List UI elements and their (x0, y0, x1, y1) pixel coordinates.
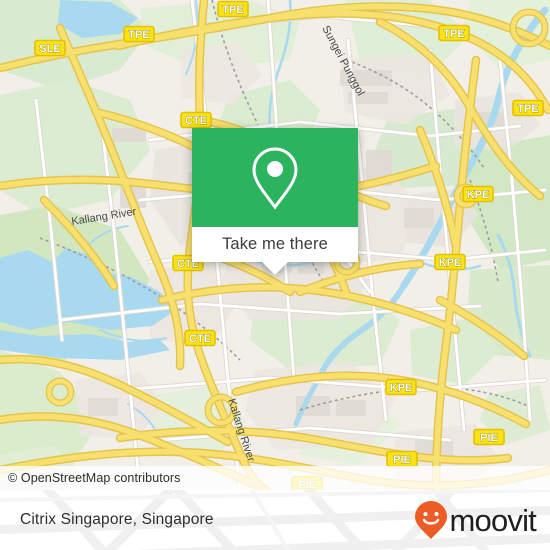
moovit-wordmark: moovit (449, 502, 536, 538)
take-me-there-label: Take me there (222, 235, 328, 253)
highway-shield-label: CTE (185, 115, 207, 127)
highway-shield-label: PIE (393, 454, 411, 466)
highway-shield-cte: CTE (184, 329, 216, 347)
highway-shield-label: PIE (480, 432, 498, 444)
highway-shield-label: TPE (222, 4, 243, 16)
highway-shield-label: KPE (390, 382, 413, 394)
highway-shield-label: SLE (39, 43, 60, 55)
highway-shield-tpe: TPE (512, 99, 544, 117)
highway-shield-label: TPE (443, 28, 464, 40)
footer-bar: Citrix Singapore, Singapore moovit (0, 490, 550, 550)
highway-shield-sle: SLE (34, 39, 66, 57)
highway-shield-pie: PIE (386, 450, 418, 468)
highway-shield-tpe: TPE (217, 0, 249, 18)
highway-shield-pie: PIE (473, 428, 505, 446)
highway-shield-cte: CTE (180, 111, 212, 129)
moovit-map-screen: .mw { stroke:#f7e06e; stroke-linecap:rou… (0, 0, 550, 550)
highway-shield-kpe: KPE (385, 378, 417, 396)
callout-pointer-tail (262, 262, 288, 275)
highway-shield-label: KPE (467, 189, 490, 201)
place-title: Citrix Singapore, Singapore (20, 511, 214, 528)
highway-shield-label: KPE (439, 257, 462, 269)
map-pin-icon (252, 146, 298, 210)
highway-shield-tpe: TPE (438, 24, 470, 42)
location-callout-card[interactable]: Take me there (192, 128, 358, 275)
osm-attribution-text: © OpenStreetMap contributors (8, 471, 181, 485)
osm-attribution: © OpenStreetMap contributors (0, 466, 550, 490)
highway-shield-kpe: KPE (462, 185, 494, 203)
moovit-smiley-pin-icon (415, 501, 448, 539)
moovit-logo[interactable]: moovit (414, 500, 537, 540)
highway-shield-kpe: KPE (434, 253, 466, 271)
highway-shield-label: CTE (189, 333, 211, 345)
callout-header (192, 128, 358, 227)
callout-action-bar[interactable]: Take me there (192, 227, 358, 262)
highway-shield-tpe: TPE (123, 25, 155, 43)
highway-shield-label: TPE (517, 103, 538, 115)
highway-shield-label: TPE (128, 29, 149, 41)
